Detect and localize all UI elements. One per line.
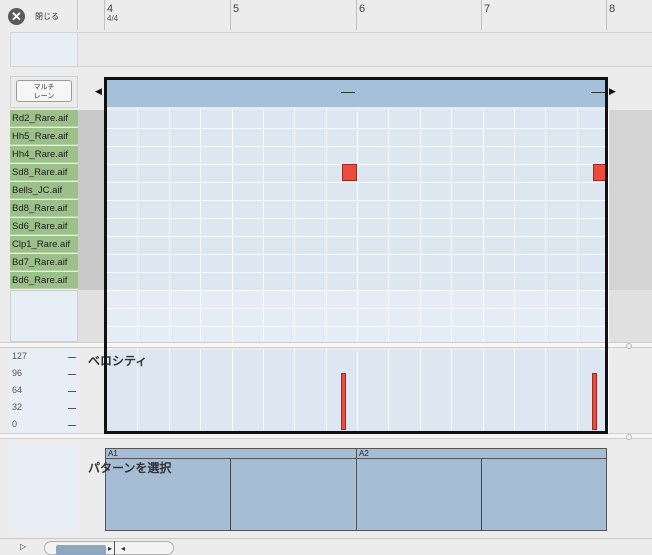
divider-handle-icon[interactable]	[626, 343, 632, 349]
track-name[interactable]: Hh4_Rare.aif	[10, 146, 78, 163]
pattern-header-line	[105, 448, 607, 459]
note-cell[interactable]	[342, 164, 358, 181]
velocity-grid-line	[325, 350, 327, 433]
track-name[interactable]: Hh5_Rare.aif	[10, 128, 78, 145]
grid-horizontal-line	[106, 326, 606, 327]
velocity-grid-line	[388, 350, 390, 433]
velocity-scale-tick	[68, 425, 76, 426]
velocity-grid-line	[451, 350, 453, 433]
velocity-grid-line	[168, 350, 170, 433]
time-signature: 4/4	[107, 14, 119, 23]
track-name[interactable]: Sd6_Rare.aif	[10, 218, 78, 235]
velocity-bar[interactable]	[592, 372, 598, 430]
scroll-position-marker	[114, 541, 115, 555]
velocity-scale-tick	[68, 374, 76, 375]
grid-horizontal-line	[106, 218, 606, 219]
bar-number: 5	[233, 3, 240, 15]
close-label: 閉じる	[35, 11, 59, 21]
secondary-track-header	[10, 32, 78, 67]
note-grid-empty[interactable]	[106, 290, 606, 342]
track-list: Rd2_Rare.aif Hh5_Rare.aif Hh4_Rare.aif Sd8_…	[10, 110, 78, 290]
track-name[interactable]: Clp1_Rare.aif	[10, 236, 78, 253]
bar-number: 6	[359, 3, 366, 15]
grid-horizontal-line	[106, 128, 606, 129]
track-name[interactable]: Bd8_Rare.aif	[10, 200, 78, 217]
velocity-grid[interactable]	[106, 350, 606, 433]
pattern-select-title: パターンを選択	[88, 461, 172, 475]
velocity-grid-line	[513, 350, 515, 433]
velocity-grid-line	[231, 350, 233, 433]
track-name[interactable]: Bd6_Rare.aif	[10, 272, 78, 289]
close-button[interactable]: ✕ 閉じる	[8, 6, 72, 26]
bar-tick	[481, 0, 482, 30]
loop-marker	[341, 92, 355, 93]
grid-vertical-line	[608, 110, 609, 342]
velocity-bar[interactable]	[341, 372, 347, 430]
velocity-grid-line	[294, 350, 296, 433]
velocity-title: ベロシティ	[88, 354, 148, 368]
pattern-bar-line	[230, 459, 231, 531]
note-grid-out-of-range	[606, 290, 652, 342]
velocity-scale-label: 96	[12, 368, 23, 378]
bar-tick	[230, 0, 231, 30]
track-name[interactable]: Bells_JC.aif	[10, 182, 78, 199]
bar-tick	[356, 0, 357, 30]
zoom-in-handle-icon[interactable]: ▸	[108, 544, 112, 553]
loop-end-handle-icon[interactable]: ▶	[609, 86, 616, 97]
note-grid-out-of-range	[606, 110, 652, 290]
velocity-scale-tick	[68, 408, 76, 409]
bar-number: 8	[609, 3, 616, 15]
track-name[interactable]: Sd8_Rare.aif	[10, 164, 78, 181]
velocity-grid-line	[545, 350, 547, 433]
grid-horizontal-line	[106, 308, 606, 309]
velocity-grid-line	[482, 350, 484, 433]
grid-horizontal-line	[106, 272, 606, 273]
bar-tick	[606, 0, 607, 30]
grid-horizontal-line	[106, 200, 606, 201]
grid-horizontal-line	[106, 146, 606, 147]
velocity-grid-line	[576, 350, 578, 433]
multilane-button[interactable]: マルチ レーン	[16, 80, 72, 102]
velocity-grid-line	[200, 350, 202, 433]
loop-region[interactable]	[106, 79, 606, 107]
velocity-scale-label: 64	[12, 385, 23, 395]
grid-horizontal-line	[106, 290, 606, 291]
track-list-empty-area	[10, 290, 78, 342]
velocity-grid-line	[262, 350, 264, 433]
bar-tick	[104, 0, 105, 30]
velocity-scale-tick	[68, 391, 76, 392]
grid-horizontal-line	[106, 236, 606, 237]
zoom-out-handle-icon[interactable]: ◂	[121, 544, 125, 553]
loop-start-handle-icon[interactable]: ◀	[95, 86, 102, 97]
pattern-panel-left	[10, 445, 78, 532]
velocity-scale-label: 127	[12, 351, 28, 361]
divider-handle-icon[interactable]	[626, 434, 632, 440]
track-name[interactable]: Bd7_Rare.aif	[10, 254, 78, 271]
velocity-grid-line	[419, 350, 421, 433]
grid-horizontal-line	[106, 182, 606, 183]
velocity-scale-tick	[68, 357, 76, 358]
track-name[interactable]: Rd2_Rare.aif	[10, 110, 78, 127]
scrollbar-thumb[interactable]	[56, 545, 106, 555]
scroll-left-icon[interactable]: ▷	[20, 542, 26, 551]
velocity-grid-line	[608, 350, 609, 433]
loop-marker	[591, 92, 605, 93]
pattern-bar-line	[481, 459, 482, 531]
velocity-scale-label: 32	[12, 402, 23, 412]
note-cell[interactable]	[593, 164, 609, 181]
pane-divider[interactable]	[0, 433, 652, 439]
secondary-timeline-strip[interactable]	[78, 32, 652, 67]
velocity-scale-label: 0	[12, 419, 18, 429]
close-icon: ✕	[8, 7, 25, 25]
bar-number: 7	[484, 3, 491, 15]
top-bar	[0, 0, 652, 30]
note-grid-out-of-range	[78, 290, 106, 342]
velocity-grid-line	[357, 350, 358, 433]
pane-divider[interactable]	[0, 342, 652, 348]
grid-horizontal-line	[106, 254, 606, 255]
